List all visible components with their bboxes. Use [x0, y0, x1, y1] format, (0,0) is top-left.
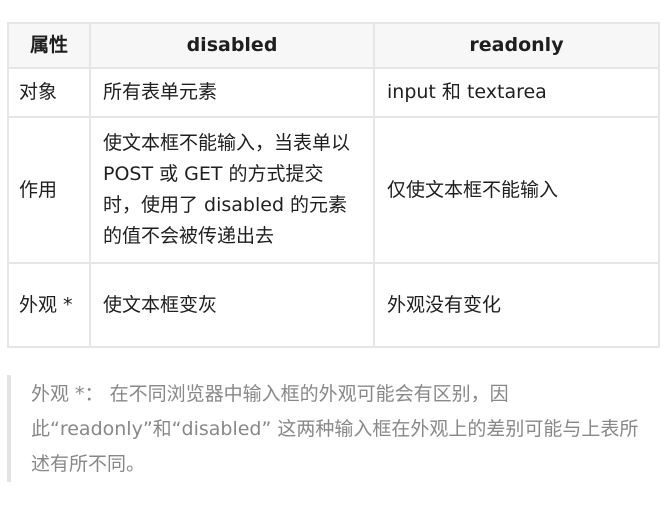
header-attribute: 属性 — [7, 22, 91, 69]
table-row: 对象 所有表单元素 input 和 textarea — [7, 67, 660, 118]
appearance-note-blockquote: 外观 *： 在不同浏览器中输入框的外观可能会有区别，因此“readonly”和“… — [7, 375, 657, 482]
table-header-row: 属性 disabled readonly — [7, 22, 660, 69]
readonly-cell: 外观没有变化 — [373, 262, 660, 348]
row-label: 作用 — [7, 116, 91, 264]
table-row: 外观 * 使文本框变灰 外观没有变化 — [7, 262, 660, 348]
header-readonly: readonly — [373, 22, 660, 69]
header-disabled: disabled — [89, 22, 375, 69]
comparison-table-container: 属性 disabled readonly 对象 所有表单元素 input 和 t… — [7, 22, 660, 348]
disabled-cell: 所有表单元素 — [89, 67, 375, 118]
row-label: 外观 * — [7, 262, 91, 348]
disabled-cell: 使文本框不能输入，当表单以 POST 或 GET 的方式提交时，使用了 disa… — [89, 116, 375, 264]
comparison-table: 属性 disabled readonly 对象 所有表单元素 input 和 t… — [7, 22, 660, 348]
readonly-cell: 仅使文本框不能输入 — [373, 116, 660, 264]
note-text: 外观 *： 在不同浏览器中输入框的外观可能会有区别，因此“readonly”和“… — [31, 383, 639, 475]
row-label: 对象 — [7, 67, 91, 118]
readonly-cell: input 和 textarea — [373, 67, 660, 118]
table-row: 作用 使文本框不能输入，当表单以 POST 或 GET 的方式提交时，使用了 d… — [7, 116, 660, 264]
disabled-cell: 使文本框变灰 — [89, 262, 375, 348]
